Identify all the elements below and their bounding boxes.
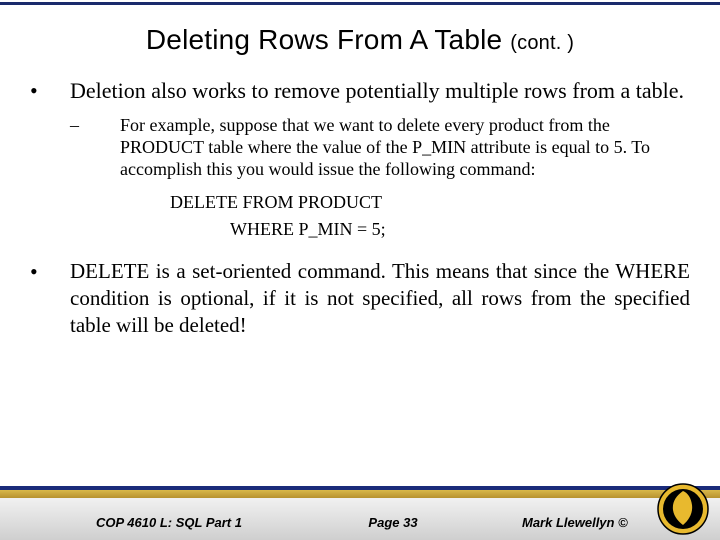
bullet-marker: • xyxy=(30,78,70,104)
footer-bar: COP 4610 L: SQL Part 1 Page 33 Mark Llew… xyxy=(0,486,720,540)
bullet-2: • DELETE is a set-oriented command. This… xyxy=(30,258,690,339)
footer-center: Page 33 xyxy=(294,515,492,530)
footer-left: COP 4610 L: SQL Part 1 xyxy=(0,515,294,530)
subbullet-1-text: For example, suppose that we want to del… xyxy=(120,114,690,180)
slide-title: Deleting Rows From A Table (cont. ) xyxy=(0,24,720,56)
footer-stripe-gold xyxy=(0,490,720,498)
code-line-2: WHERE P_MIN = 5; xyxy=(230,219,690,240)
subbullet-1: – For example, suppose that we want to d… xyxy=(70,114,690,180)
ucf-pegasus-logo-icon xyxy=(656,482,710,536)
bullet-2-text: DELETE is a set-oriented command. This m… xyxy=(70,258,690,339)
title-main: Deleting Rows From A Table xyxy=(146,24,510,55)
subbullet-marker: – xyxy=(70,114,120,136)
code-line-1: DELETE FROM PRODUCT xyxy=(170,192,690,213)
footer-labels: COP 4610 L: SQL Part 1 Page 33 Mark Llew… xyxy=(0,515,720,530)
bullet-1-text: Deletion also works to remove potentiall… xyxy=(70,78,690,104)
title-cont: (cont. ) xyxy=(510,32,574,54)
content-area: • Deletion also works to remove potentia… xyxy=(30,78,690,339)
slide: Deleting Rows From A Table (cont. ) • De… xyxy=(0,0,720,540)
bullet-1: • Deletion also works to remove potentia… xyxy=(30,78,690,104)
top-border xyxy=(0,2,720,5)
bullet-marker: • xyxy=(30,258,70,285)
